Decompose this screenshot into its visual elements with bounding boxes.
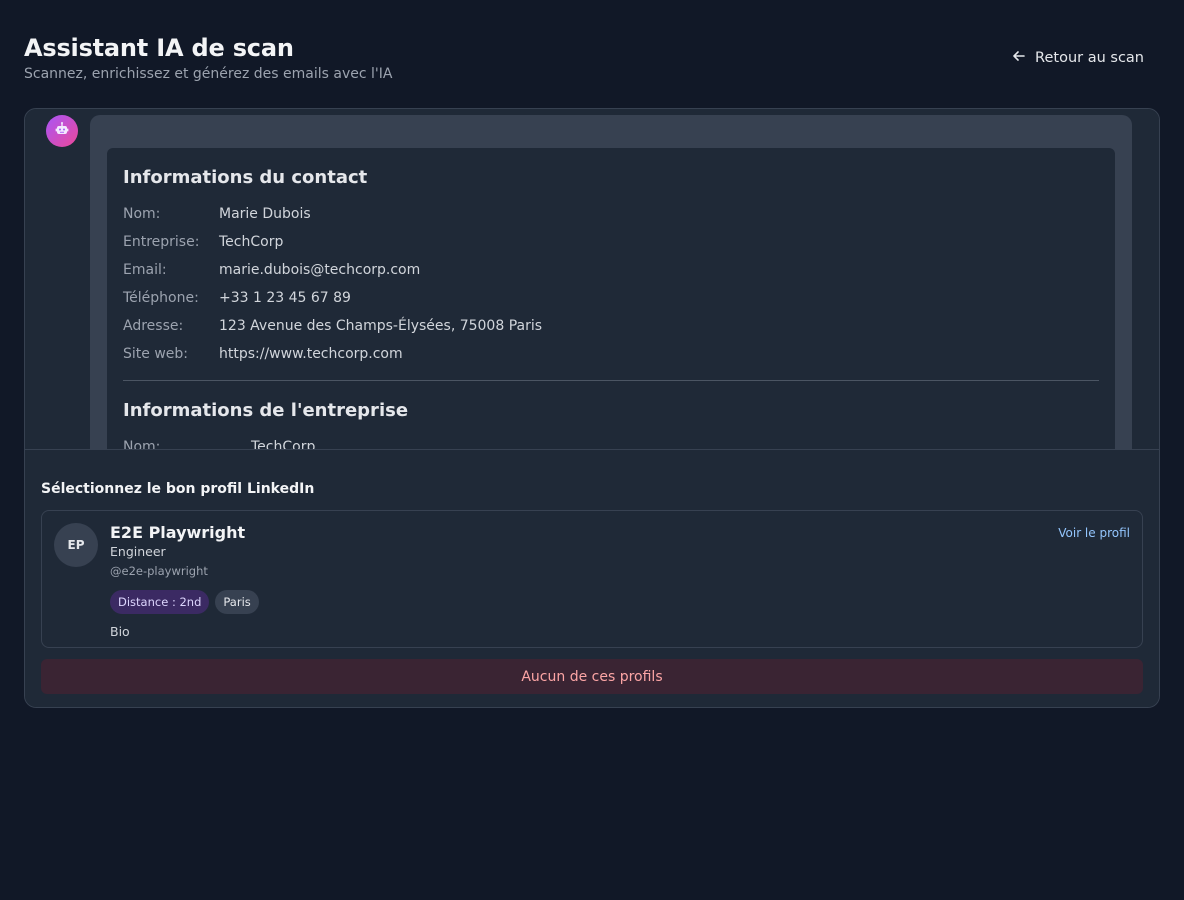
linkedin-selection-title: Sélectionnez le bon profil LinkedIn: [41, 481, 315, 497]
info-value: marie.dubois@techcorp.com: [219, 262, 421, 278]
info-label: Nom:: [123, 439, 161, 449]
info-value: 123 Avenue des Champs-Élysées, 75008 Par…: [219, 318, 543, 334]
info-value: Marie Dubois: [219, 206, 311, 222]
page-title: Assistant IA de scan: [24, 34, 294, 62]
page-header: Assistant IA de scan Scannez, enrichisse…: [24, 34, 1160, 84]
profile-details: E2E Playwright Engineer @e2e-playwright …: [110, 523, 259, 640]
contact-row-company: Entreprise: TechCorp: [123, 228, 1099, 256]
info-value: TechCorp: [219, 234, 284, 250]
section-divider: [123, 380, 1099, 381]
contact-row-name: Nom: Marie Dubois: [123, 200, 1099, 228]
profile-bio: Bio: [110, 624, 130, 639]
back-to-scan-link[interactable]: Retour au scan: [1011, 48, 1144, 68]
bot-avatar: [46, 115, 78, 147]
contact-row-phone: Téléphone: +33 1 23 45 67 89: [123, 284, 1099, 312]
contact-section-title: Informations du contact: [123, 167, 368, 188]
location-badge: Paris: [215, 590, 259, 614]
profile-name: E2E Playwright: [110, 523, 246, 542]
profile-role: Engineer: [110, 544, 166, 559]
robot-icon: [54, 121, 70, 141]
info-label: Téléphone:: [123, 290, 199, 306]
info-value: https://www.techcorp.com: [219, 346, 403, 362]
none-of-these-profiles-button[interactable]: Aucun de ces profils: [41, 659, 1143, 694]
contact-row-email: Email: marie.dubois@techcorp.com: [123, 256, 1099, 284]
back-link-label: Retour au scan: [1035, 50, 1144, 66]
info-label: Entreprise:: [123, 234, 200, 250]
linkedin-selection-area: Sélectionnez le bon profil LinkedIn EP E…: [25, 449, 1159, 707]
info-label: Email:: [123, 262, 167, 278]
profile-tags: Distance : 2nd Paris: [110, 590, 259, 614]
info-label: Adresse:: [123, 318, 184, 334]
profile-handle: @e2e-playwright: [110, 564, 208, 578]
assistant-panel: Informations du contact Nom: Marie Duboi…: [24, 108, 1160, 708]
info-label: Site web:: [123, 346, 188, 362]
company-section-title: Informations de l'entreprise: [123, 400, 409, 421]
info-value: +33 1 23 45 67 89: [219, 290, 351, 306]
company-row-name: Nom: TechCorp: [123, 433, 1099, 449]
contact-info-card: Informations du contact Nom: Marie Duboi…: [107, 148, 1115, 449]
view-profile-link[interactable]: Voir le profil: [1058, 526, 1130, 540]
distance-badge: Distance : 2nd: [110, 590, 210, 614]
linkedin-profile-card[interactable]: EP E2E Playwright Engineer @e2e-playwrig…: [41, 510, 1143, 648]
info-label: Nom:: [123, 206, 161, 222]
contact-row-address: Adresse: 123 Avenue des Champs-Élysées, …: [123, 312, 1099, 340]
arrow-left-icon: [1011, 48, 1027, 68]
page-subtitle: Scannez, enrichissez et générez des emai…: [24, 66, 393, 82]
info-value: TechCorp: [251, 439, 316, 449]
avatar: EP: [54, 523, 98, 567]
assistant-message-bubble: Informations du contact Nom: Marie Duboi…: [90, 115, 1132, 449]
contact-row-website: Site web: https://www.techcorp.com: [123, 340, 1099, 368]
chat-area[interactable]: Informations du contact Nom: Marie Duboi…: [25, 109, 1159, 449]
